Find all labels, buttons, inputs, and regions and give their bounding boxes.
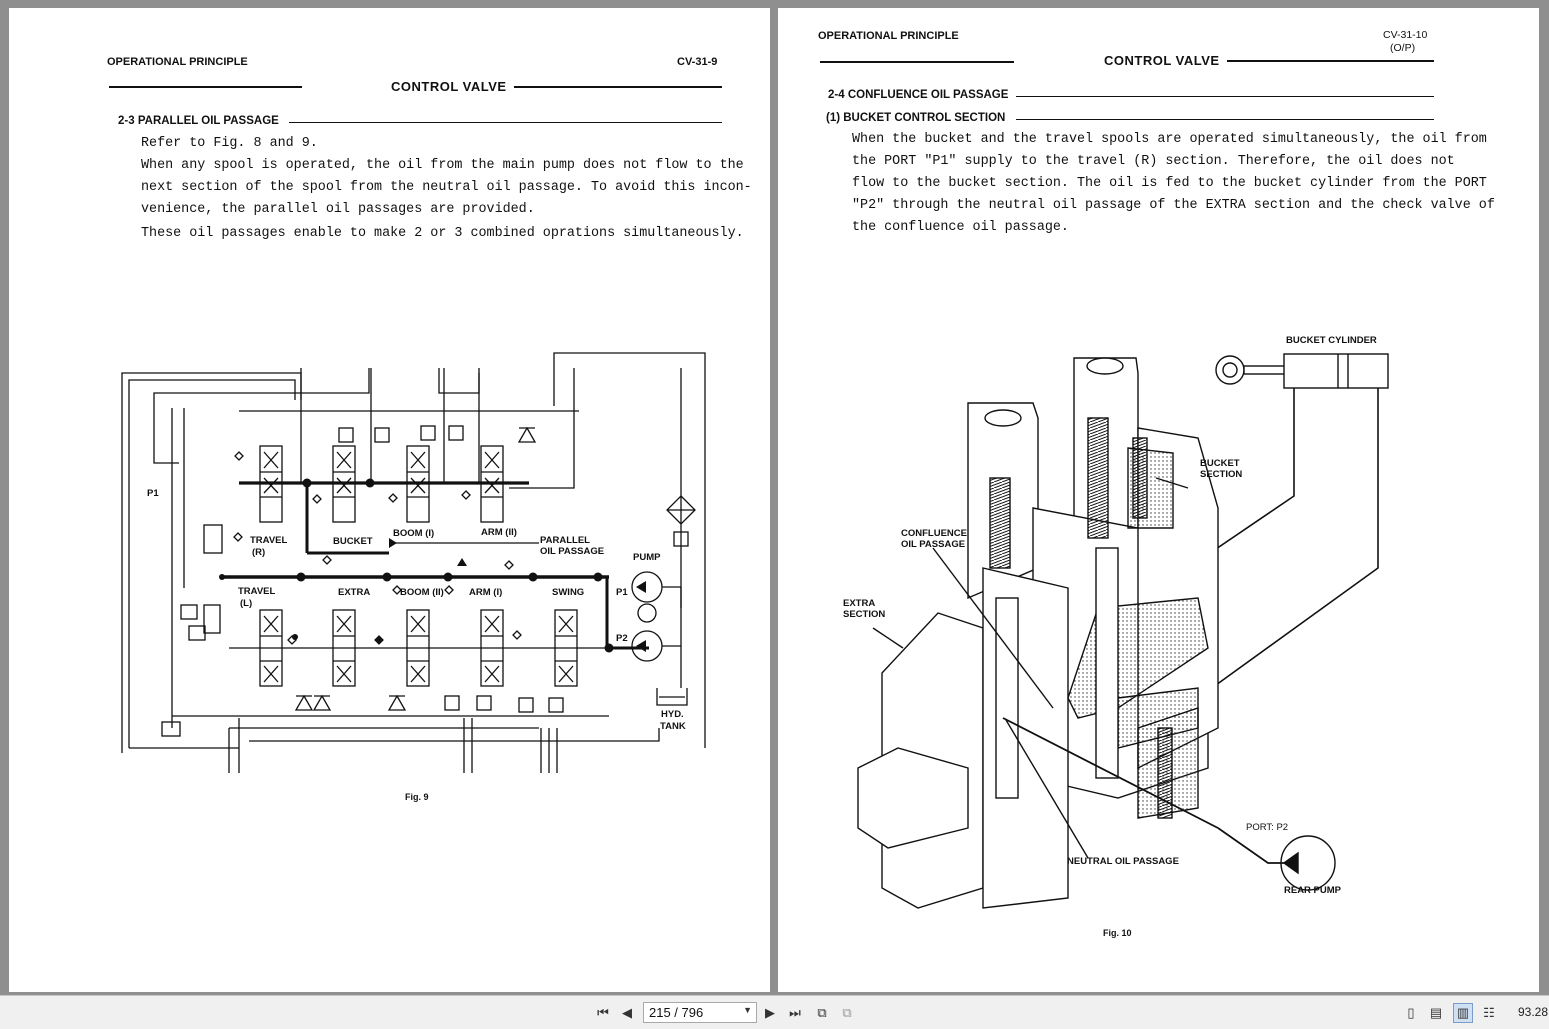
next-page-icon[interactable]: ▶ xyxy=(760,1003,780,1023)
facing-pages-icon[interactable]: ▥ xyxy=(1453,1003,1473,1023)
label-port-p2: PORT: P2 xyxy=(1246,822,1289,833)
label-neutral-oil-passage: NEUTRAL OIL PASSAGE xyxy=(1067,856,1179,867)
go-forward-icon[interactable]: ⧉ xyxy=(837,1003,857,1023)
first-page-icon[interactable]: ⏮ xyxy=(593,1003,613,1023)
hydraulic-circuit-diagram xyxy=(121,352,706,773)
label-p1: P1 xyxy=(147,488,159,499)
label-bucket-section: BUCKET xyxy=(1200,458,1240,469)
page-left: OPERATIONAL PRINCIPLE CV-31-9 CONTROL VA… xyxy=(9,8,770,992)
label-extra-section: EXTRA xyxy=(843,598,876,609)
page-indicator: 215 / 796 xyxy=(649,1005,704,1020)
valve-cutaway-illustration xyxy=(857,353,1389,909)
label-rear-pump: REAR PUMP xyxy=(1284,885,1342,896)
label-confluence-2: OIL PASSAGE xyxy=(901,539,966,550)
page-number-select[interactable]: 215 / 796 ▼ xyxy=(643,1002,757,1023)
label-extra-section-2: SECTION xyxy=(843,609,886,620)
label-travel-l-side: (L) xyxy=(240,598,253,609)
label-bucket-section-2: SECTION xyxy=(1200,469,1243,480)
go-back-icon[interactable]: ⧉ xyxy=(812,1003,832,1023)
last-page-icon[interactable]: ⏭ xyxy=(785,1003,805,1023)
label-arm-1: ARM (I) xyxy=(469,587,503,598)
label-boom-1: BOOM (I) xyxy=(393,528,435,539)
label-extra: EXTRA xyxy=(338,587,371,598)
previous-page-icon[interactable]: ◀ xyxy=(617,1003,637,1023)
label-pump: PUMP xyxy=(633,552,661,563)
label-boom-2: BOOM (II) xyxy=(400,587,444,598)
label-bucket-cylinder: BUCKET CYLINDER xyxy=(1286,335,1377,346)
label-travel-r: TRAVEL xyxy=(250,535,288,546)
label-travel-r-side: (R) xyxy=(252,547,266,558)
label-confluence: CONFLUENCE xyxy=(901,528,967,539)
label-bucket: BUCKET xyxy=(333,536,373,547)
label-hyd: HYD. xyxy=(661,709,684,720)
label-swing: SWING xyxy=(552,587,585,598)
page-right: OPERATIONAL PRINCIPLE CV-31-10 (O/P) CON… xyxy=(778,8,1539,992)
label-p1-pump: P1 xyxy=(616,587,628,598)
single-page-icon[interactable]: ▯ xyxy=(1401,1003,1421,1023)
label-oil-passage: OIL PASSAGE xyxy=(540,546,605,557)
figure-caption: Fig. 10 xyxy=(1103,928,1132,938)
label-travel-l: TRAVEL xyxy=(238,586,276,597)
document-viewport[interactable]: OPERATIONAL PRINCIPLE CV-31-9 CONTROL VA… xyxy=(0,0,1549,995)
label-p2-pump: P2 xyxy=(616,633,628,644)
continuous-page-icon[interactable]: ▤ xyxy=(1426,1003,1446,1023)
chevron-down-icon: ▼ xyxy=(743,1005,752,1015)
continuous-facing-icon[interactable]: ☷ xyxy=(1479,1003,1499,1023)
label-tank: TANK xyxy=(660,721,686,732)
zoom-level[interactable]: 93.28 xyxy=(1518,1005,1548,1019)
figure-caption: Fig. 9 xyxy=(405,792,429,802)
viewer-toolbar: ⏮ ◀ 215 / 796 ▼ ▶ ⏭ ⧉ ⧉ ▯ ▤ ▥ ☷ 93.28 xyxy=(0,995,1549,1029)
label-arm-2: ARM (II) xyxy=(481,527,517,538)
label-parallel: PARALLEL xyxy=(540,535,590,546)
